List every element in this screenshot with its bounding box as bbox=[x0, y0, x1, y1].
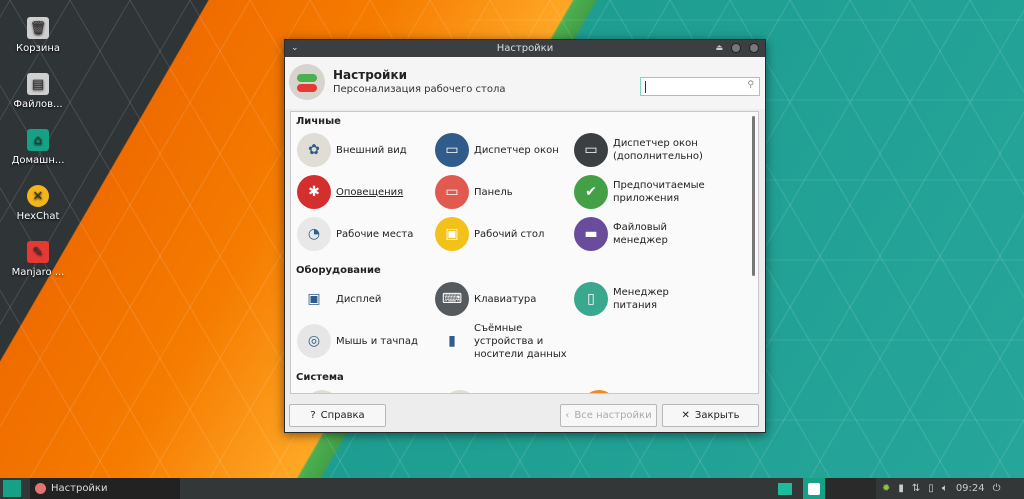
power-icon[interactable]: ▮ bbox=[898, 483, 904, 494]
desktop-icon[interactable]: ✎ Manjaro ... bbox=[5, 241, 71, 278]
settings-item[interactable]: ✔ Предпочитаемые приложения bbox=[574, 174, 712, 210]
logout-icon[interactable]: ⏻ bbox=[993, 483, 1001, 494]
header-title: Настройки bbox=[333, 68, 408, 82]
network-icon[interactable]: ⇅ bbox=[912, 483, 920, 494]
workspace-switcher[interactable] bbox=[803, 478, 825, 499]
manjaro-menu-icon[interactable] bbox=[3, 480, 21, 497]
settings-panel: Личные ✿ Внешний вид ▭ Диспетчер окон ▭ Диспет… bbox=[290, 111, 759, 394]
clock[interactable]: 09:24 bbox=[956, 483, 985, 494]
settings-item[interactable]: ◔ Рабочие места bbox=[297, 216, 435, 252]
scrollbar[interactable] bbox=[752, 116, 755, 276]
settings-item[interactable]: ▣ Рабочий стол bbox=[435, 216, 573, 252]
settings-item[interactable]: ▭ Диспетчер окон bbox=[435, 132, 573, 168]
close-button[interactable]: ✕ Закрыть bbox=[662, 404, 759, 427]
desktop-icon: ▣ bbox=[435, 217, 469, 251]
settings-toggle-icon bbox=[289, 64, 325, 100]
header: Настройки Персонализация рабочего стола … bbox=[285, 57, 765, 109]
settings-app-icon bbox=[35, 483, 46, 494]
trash-icon: 🗑︎ bbox=[27, 17, 49, 39]
workspace-2[interactable] bbox=[826, 478, 876, 499]
settings-item[interactable]: ⌨ Клавиатура bbox=[435, 281, 573, 317]
window-title: Настройки bbox=[496, 43, 554, 54]
desktop-icon[interactable]: ✕ HexChat bbox=[5, 185, 71, 222]
settings-item[interactable]: ▭ Панель bbox=[435, 174, 573, 210]
system-item-icon[interactable] bbox=[305, 390, 339, 393]
settings-item[interactable]: ▮ Съёмные устройства и носители данных bbox=[435, 323, 573, 360]
close-icon: ✕ bbox=[681, 410, 690, 421]
all-settings-button[interactable]: ‹ Все настройки bbox=[560, 404, 657, 427]
help-button[interactable]: ? Справка bbox=[289, 404, 386, 427]
appearance-icon: ✿ bbox=[297, 133, 331, 167]
settings-item[interactable]: ▣ Дисплей bbox=[297, 281, 435, 317]
hexchat-icon: ✕ bbox=[27, 185, 49, 207]
keyboard-icon: ⌨ bbox=[435, 282, 469, 316]
file-manager-icon: ▤ bbox=[27, 73, 49, 95]
pdf-icon: ✎ bbox=[27, 241, 49, 263]
title-bar[interactable]: ⌄ Настройки ⏏ bbox=[285, 40, 765, 57]
eject-icon[interactable]: ⏏ bbox=[715, 43, 723, 53]
close-window-button[interactable] bbox=[749, 43, 759, 53]
file-manager-icon: ▬ bbox=[574, 217, 608, 251]
window-menu-icon[interactable]: ⌄ bbox=[291, 40, 299, 57]
settings-item[interactable]: ✱ Оповещения bbox=[297, 174, 435, 210]
settings-item[interactable]: ◎ Мышь и тачпад bbox=[297, 323, 435, 359]
chevron-left-icon: ‹ bbox=[565, 410, 570, 421]
update-icon[interactable]: ✹ bbox=[882, 483, 890, 494]
preferred-apps-icon: ✔ bbox=[574, 175, 608, 209]
system-item-icon[interactable] bbox=[582, 390, 616, 393]
system-item-icon[interactable] bbox=[443, 390, 477, 393]
section-heading: Оборудование bbox=[296, 265, 381, 276]
settings-item[interactable]: ▭ Диспетчер окон (дополнительно) bbox=[574, 132, 712, 168]
desktop-icon[interactable]: 🗑︎ Корзина bbox=[5, 17, 71, 54]
chat-icon[interactable] bbox=[778, 478, 794, 499]
settings-window: ⌄ Настройки ⏏ Настройки Персонализация р… bbox=[284, 39, 766, 433]
settings-item[interactable]: ▯ Менеджер питания bbox=[574, 281, 712, 317]
search-input[interactable]: ⚲ bbox=[640, 77, 760, 96]
home-folder-icon: ⌂ bbox=[27, 129, 49, 151]
display-icon: ▣ bbox=[297, 282, 331, 316]
header-subtitle: Персонализация рабочего стола bbox=[333, 84, 506, 95]
desktop-icon[interactable]: ⌂ Домашн... bbox=[5, 129, 71, 166]
mouse-icon: ◎ bbox=[297, 324, 331, 358]
workspaces-icon: ◔ bbox=[297, 217, 331, 251]
minimize-button[interactable] bbox=[731, 43, 741, 53]
section-heading: Система bbox=[296, 372, 344, 383]
clipboard-icon[interactable]: ▯ bbox=[928, 483, 934, 494]
removable-drives-icon: ▮ bbox=[435, 324, 469, 358]
taskbar: Настройки ✹ ▮ ⇅ ▯ 🔈︎ 09:24 ⏻ bbox=[0, 478, 1024, 499]
notifications-icon: ✱ bbox=[297, 175, 331, 209]
settings-item[interactable]: ✿ Внешний вид bbox=[297, 132, 435, 168]
volume-icon[interactable]: 🔈︎ bbox=[942, 483, 948, 494]
desktop-icon[interactable]: ▤ Файлов... bbox=[5, 73, 71, 110]
panel-icon: ▭ bbox=[435, 175, 469, 209]
help-icon: ? bbox=[310, 410, 316, 421]
system-tray: ✹ ▮ ⇅ ▯ 🔈︎ 09:24 ⏻ bbox=[882, 478, 1001, 499]
window-manager-icon: ▭ bbox=[435, 133, 469, 167]
search-icon: ⚲ bbox=[747, 80, 754, 90]
section-heading: Личные bbox=[296, 116, 341, 127]
window-manager-tweaks-icon: ▭ bbox=[574, 133, 608, 167]
power-manager-icon: ▯ bbox=[574, 282, 608, 316]
taskbar-item-settings[interactable]: Настройки bbox=[30, 478, 180, 499]
settings-item[interactable]: ▬ Файловый менеджер bbox=[574, 216, 712, 252]
